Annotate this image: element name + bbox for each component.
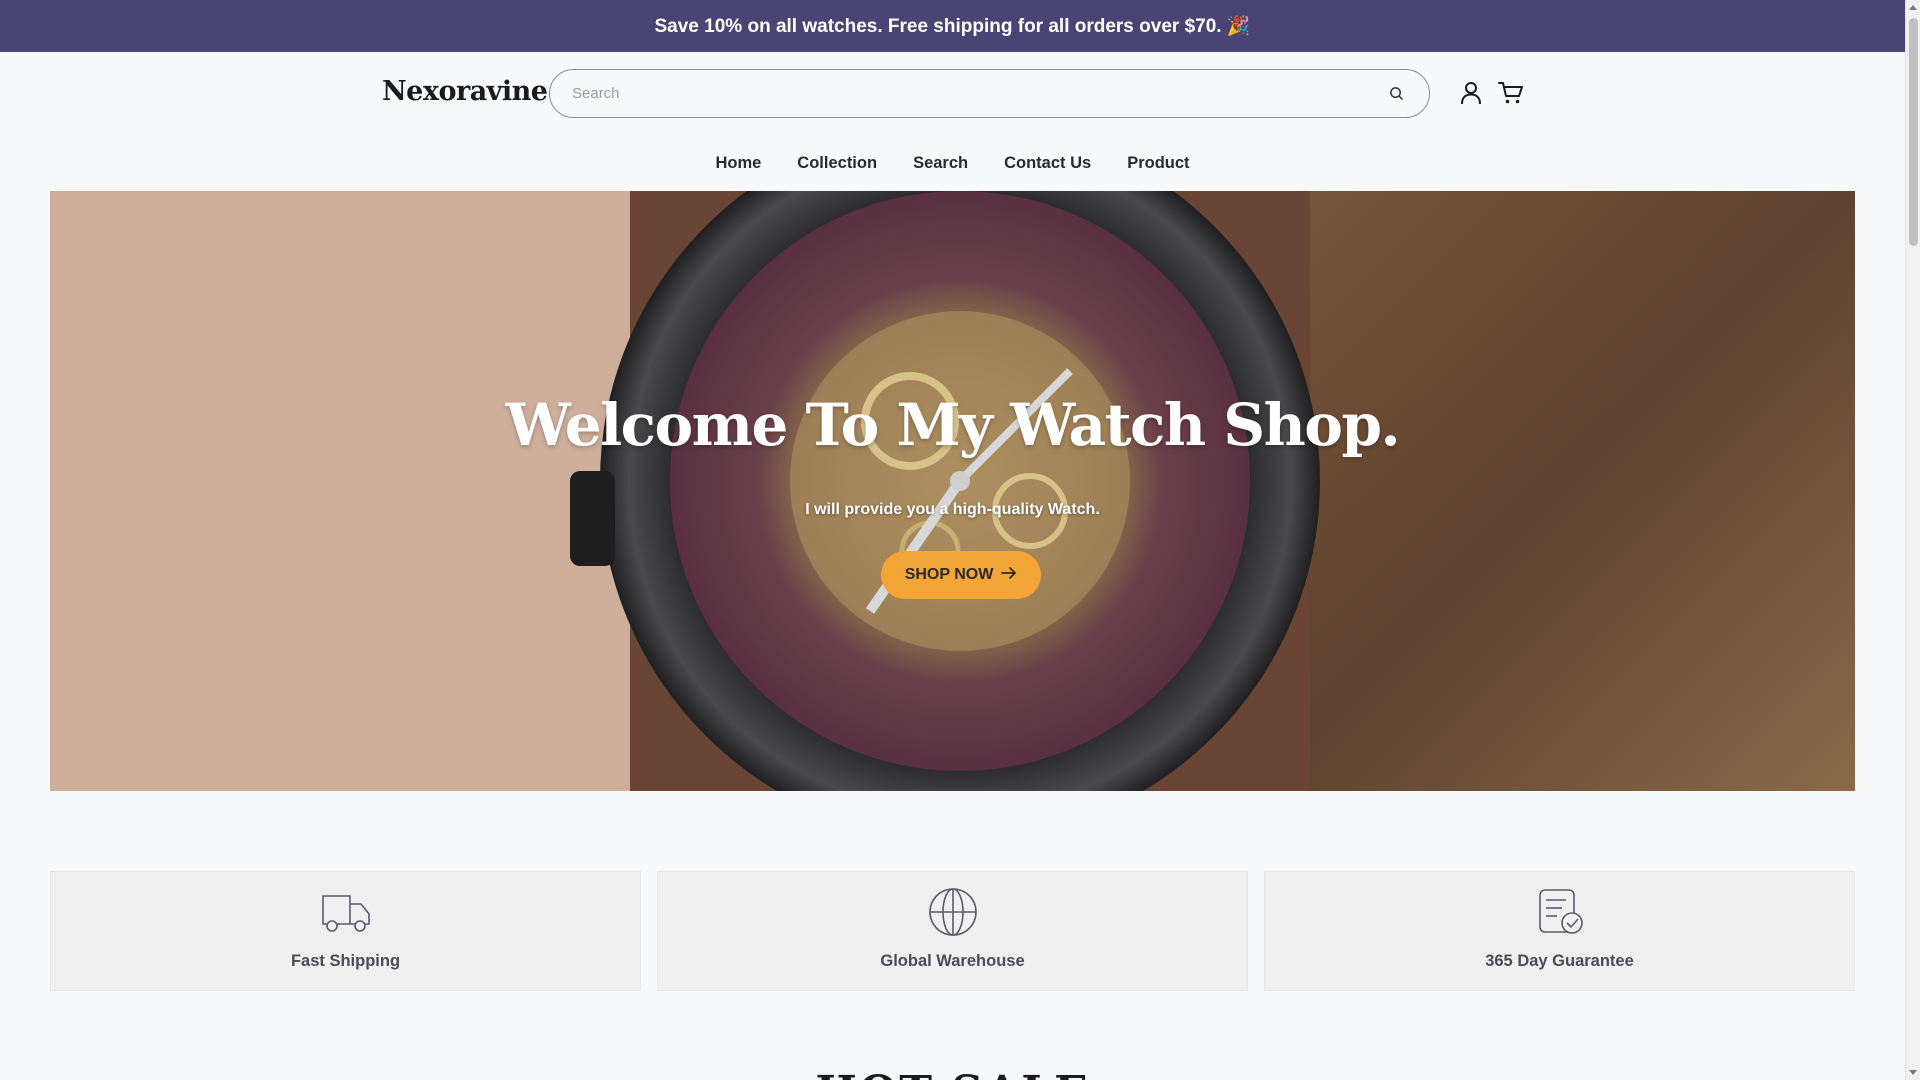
site-logo[interactable]: Nexoravine: [382, 76, 548, 107]
hero-watch-image: [50, 191, 1855, 791]
nav-item-collection[interactable]: Collection: [797, 154, 877, 173]
nav-item-product[interactable]: Product: [1127, 154, 1189, 173]
scroll-up-arrow-icon[interactable]: [1909, 5, 1917, 10]
main-nav: Home Collection Search Contact Us Produc…: [0, 140, 1905, 186]
feature-card: Fast Shipping: [50, 871, 641, 991]
arrow-right-icon: [1001, 566, 1017, 584]
shop-now-button[interactable]: SHOP NOW: [881, 551, 1041, 599]
page-scrollbar[interactable]: [1905, 0, 1920, 1080]
guarantee-icon: [1534, 886, 1586, 938]
feature-label: 365 Day Guarantee: [1485, 952, 1634, 970]
globe-icon: [927, 886, 979, 938]
feature-label: Global Warehouse: [880, 952, 1025, 970]
search-input[interactable]: [572, 85, 1385, 102]
search-icon[interactable]: [1385, 83, 1407, 105]
cart-icon[interactable]: [1497, 79, 1525, 107]
truck-icon: [320, 886, 372, 938]
announcement-text: Save 10% on all watches. Free shipping f…: [654, 16, 1251, 37]
nav-item-contact-us[interactable]: Contact Us: [1004, 154, 1091, 173]
feature-card: 365 Day Guarantee: [1264, 871, 1855, 991]
feature-label: Fast Shipping: [290, 952, 401, 970]
hero-subtitle: I will provide you a high-quality Watch.: [805, 501, 1100, 518]
scroll-thumb[interactable]: [1909, 18, 1918, 246]
hero-banner: Welcome To My Watch Shop. I will provide…: [50, 191, 1855, 791]
search-bar: [549, 69, 1430, 118]
user-icon[interactable]: [1457, 79, 1485, 107]
shop-now-label: SHOP NOW: [904, 566, 994, 583]
nav-item-search[interactable]: Search: [913, 154, 968, 173]
site-header: Nexoravine: [0, 52, 1905, 134]
hero-title: Welcome To My Watch Shop.: [505, 391, 1401, 459]
section-title: HOT SALE: [0, 1062, 1905, 1080]
feature-strip: Fast Shipping Global Warehouse 365 Day G…: [50, 871, 1855, 991]
scroll-down-arrow-icon[interactable]: [1909, 1070, 1917, 1075]
feature-card: Global Warehouse: [657, 871, 1248, 991]
nav-item-home[interactable]: Home: [715, 154, 761, 173]
announcement-bar: Save 10% on all watches. Free shipping f…: [0, 0, 1905, 52]
